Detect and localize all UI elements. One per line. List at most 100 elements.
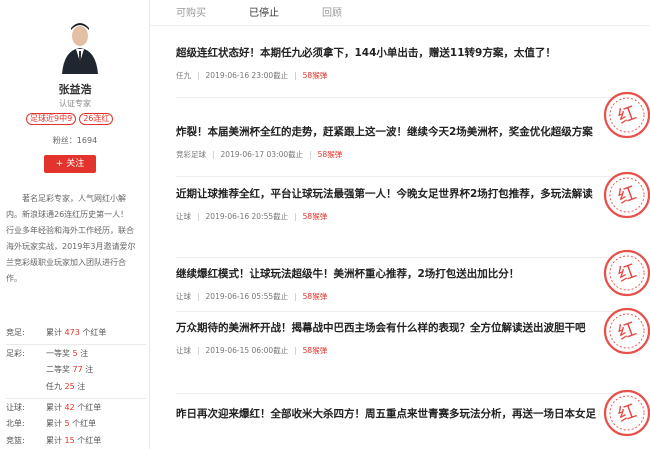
stat-row: 任九 25 注 bbox=[6, 378, 146, 395]
stat-category: 北单: bbox=[6, 419, 25, 428]
article-item[interactable]: 炸裂！本届美洲杯全红的走势，赶紧跟上这一波！继续今天2场美洲杯，奖金优化超级方案… bbox=[176, 124, 616, 160]
article-deadline: 2019-06-17 03:00截止 bbox=[220, 150, 304, 159]
stat-number: 15 bbox=[64, 436, 75, 445]
stat-suffix: 个红单 bbox=[79, 328, 107, 337]
stamp-text: 红 bbox=[615, 103, 639, 129]
article-item[interactable]: 超级连红状态好！本期任九必须拿下，144小单出击，赠送11转9方案，太值了！ 任九… bbox=[176, 45, 616, 81]
article-divider bbox=[176, 176, 616, 177]
stat-suffix: 注 bbox=[82, 365, 94, 374]
article-type: 任九 bbox=[176, 71, 191, 80]
meta-separator: | bbox=[294, 292, 297, 301]
stamp-text: 红 bbox=[615, 319, 639, 345]
stat-number: 25 bbox=[64, 382, 75, 391]
article-type: 竞彩足球 bbox=[176, 150, 206, 159]
stat-row: 北单: 累计 5 个红单 bbox=[6, 415, 146, 432]
stat-value: 累计 5 个红单 bbox=[46, 418, 96, 429]
article-title[interactable]: 昨日再次迎来爆红！全部收米大杀四方！周五重点来世青赛多玩法分析，再送一场日本女足 bbox=[176, 406, 616, 423]
stat-number: 473 bbox=[64, 328, 80, 337]
stat-suffix: 个红单 bbox=[74, 436, 102, 445]
meta-separator: | bbox=[294, 71, 297, 80]
article-item[interactable]: 继续爆红模式！让球玩法超级牛！美洲杯重心推荐，2场打包送出加比分！ 让球 | 2019… bbox=[176, 266, 616, 302]
article-title[interactable]: 炸裂！本届美洲杯全红的走势，赶紧跟上这一波！继续今天2场美洲杯，奖金优化超级方案 bbox=[176, 124, 616, 141]
article-price: 58猴弹 bbox=[302, 292, 328, 301]
record-stats: 竞足: 累计 473 个红单 足彩: 一等奖 5 注二等奖 77 注任九 25 注让球… bbox=[6, 324, 146, 449]
tab-purchasable[interactable]: 可购买 bbox=[176, 4, 249, 19]
stat-value: 累计 42 个红单 bbox=[46, 402, 101, 413]
article-meta: 竞彩足球 | 2019-06-17 03:00截止 | 58猴弹 bbox=[176, 149, 616, 160]
article-deadline: 2019-06-16 20:55截止 bbox=[205, 212, 289, 221]
stat-prefix: 累计 bbox=[46, 419, 65, 428]
meta-separator: | bbox=[197, 292, 200, 301]
article-type: 让球 bbox=[176, 212, 191, 221]
stat-category: 竞足: bbox=[6, 328, 25, 337]
article-divider bbox=[176, 393, 616, 394]
badge-consecutive: 26连红 bbox=[79, 113, 114, 125]
tab-stopped[interactable]: 已停止 bbox=[249, 4, 322, 19]
tab-divider bbox=[150, 25, 650, 26]
article-title[interactable]: 近期让球推荐全红，平台让球玩法最强第一人！今晚女足世界杯2场打包推荐，多玩法解读 bbox=[176, 186, 616, 203]
stat-value: 累计 15 个红单 bbox=[46, 435, 101, 446]
expert-name: 张益浩 bbox=[58, 83, 92, 96]
article-item[interactable]: 昨日再次迎来爆红！全部收米大杀四方！周五重点来世青赛多玩法分析，再送一场日本女足 bbox=[176, 406, 616, 423]
certification-label: 认证专家 bbox=[59, 99, 91, 108]
stat-row: 竞足: 累计 473 个红单 bbox=[6, 324, 146, 341]
stat-prefix: 累计 bbox=[46, 328, 65, 337]
red-win-stamp-icon: 红 bbox=[602, 90, 650, 140]
fans-count: 粉丝：1694 bbox=[52, 136, 98, 145]
article-title[interactable]: 万众期待的美洲杯开战！揭幕战中巴西主场会有什么样的表现？全方位解读送出波胆干吧 bbox=[176, 320, 616, 337]
meta-separator: | bbox=[197, 346, 200, 355]
stamp-text: 红 bbox=[615, 183, 639, 209]
article-item[interactable]: 万众期待的美洲杯开战！揭幕战中巴西主场会有什么样的表现？全方位解读送出波胆干吧让… bbox=[176, 320, 616, 356]
meta-separator: | bbox=[197, 71, 200, 80]
article-meta: 任九 | 2019-06-16 23:00截止 | 58猴弹 bbox=[176, 70, 616, 81]
badge-streak: 足球近9中9 bbox=[26, 113, 77, 125]
stat-suffix: 注 bbox=[74, 382, 86, 391]
stat-value: 一等奖 5 注 bbox=[46, 348, 88, 359]
article-type: 让球 bbox=[176, 292, 191, 301]
article-meta: 让球 | 2019-06-15 06:00截止 | 58猴弹 bbox=[176, 345, 616, 356]
stat-category: 足彩: bbox=[6, 349, 25, 358]
stat-suffix: 注 bbox=[77, 349, 89, 358]
article-divider bbox=[176, 97, 616, 98]
stat-row: 竞篮: 累计 15 个红单 bbox=[6, 432, 146, 449]
meta-separator: | bbox=[212, 150, 215, 159]
article-price: 58猴弹 bbox=[302, 346, 328, 355]
article-meta: 让球 | 2019-06-16 20:55截止 | 58猴弹 bbox=[176, 211, 616, 222]
article-divider bbox=[176, 257, 616, 258]
stat-suffix: 个红单 bbox=[69, 419, 97, 428]
red-win-stamp-icon: 红 bbox=[602, 248, 650, 298]
article-divider bbox=[176, 311, 616, 312]
article-title[interactable]: 继续爆红模式！让球玩法超级牛！美洲杯重心推荐，2场打包送出加比分！ bbox=[176, 266, 616, 283]
article-deadline: 2019-06-16 23:00截止 bbox=[205, 71, 289, 80]
stat-prefix: 二等奖 bbox=[46, 365, 73, 374]
stat-value: 任九 25 注 bbox=[46, 381, 85, 392]
meta-separator: | bbox=[294, 346, 297, 355]
article-price: 58猴弹 bbox=[317, 150, 343, 159]
article-item[interactable]: 近期让球推荐全红，平台让球玩法最强第一人！今晚女足世界杯2场打包推荐，多玩法解读… bbox=[176, 186, 616, 222]
stat-number: 42 bbox=[64, 403, 75, 412]
article-deadline: 2019-06-16 05:55截止 bbox=[205, 292, 289, 301]
follow-button[interactable]: + 关注 bbox=[44, 155, 96, 173]
red-win-stamp-icon: 红 bbox=[602, 306, 650, 356]
stat-prefix: 累计 bbox=[46, 403, 65, 412]
article-title[interactable]: 超级连红状态好！本期任九必须拿下，144小单出击，赠送11转9方案，太值了！ bbox=[176, 45, 616, 62]
stat-row: 足彩: 一等奖 5 注 bbox=[6, 344, 146, 361]
article-price: 58猴弹 bbox=[302, 71, 328, 80]
meta-separator: | bbox=[197, 212, 200, 221]
tab-review[interactable]: 回顾 bbox=[322, 4, 395, 19]
stat-prefix: 累计 bbox=[46, 436, 65, 445]
stat-value: 二等奖 77 注 bbox=[46, 364, 93, 375]
stat-category: 竞篮: bbox=[6, 436, 25, 445]
stat-suffix: 个红单 bbox=[74, 403, 102, 412]
meta-separator: | bbox=[294, 212, 297, 221]
avatar[interactable] bbox=[56, 18, 104, 74]
article-deadline: 2019-06-15 06:00截止 bbox=[205, 346, 289, 355]
expert-sidebar: 张益浩 认证专家 足球近9中9 26连红 粉丝：1694 + 关注 著名足彩专家… bbox=[0, 0, 150, 449]
article-list-panel: 可购买 已停止 回顾 超级连红状态好！本期任九必须拿下，144小单出击，赠送11… bbox=[150, 0, 650, 449]
stat-prefix: 任九 bbox=[46, 382, 65, 391]
stat-row: 二等奖 77 注 bbox=[6, 361, 146, 378]
stat-category: 让球: bbox=[6, 403, 25, 412]
stat-prefix: 一等奖 bbox=[46, 349, 73, 358]
stamp-text: 红 bbox=[615, 401, 639, 427]
red-win-stamp-icon: 红 bbox=[602, 388, 650, 438]
